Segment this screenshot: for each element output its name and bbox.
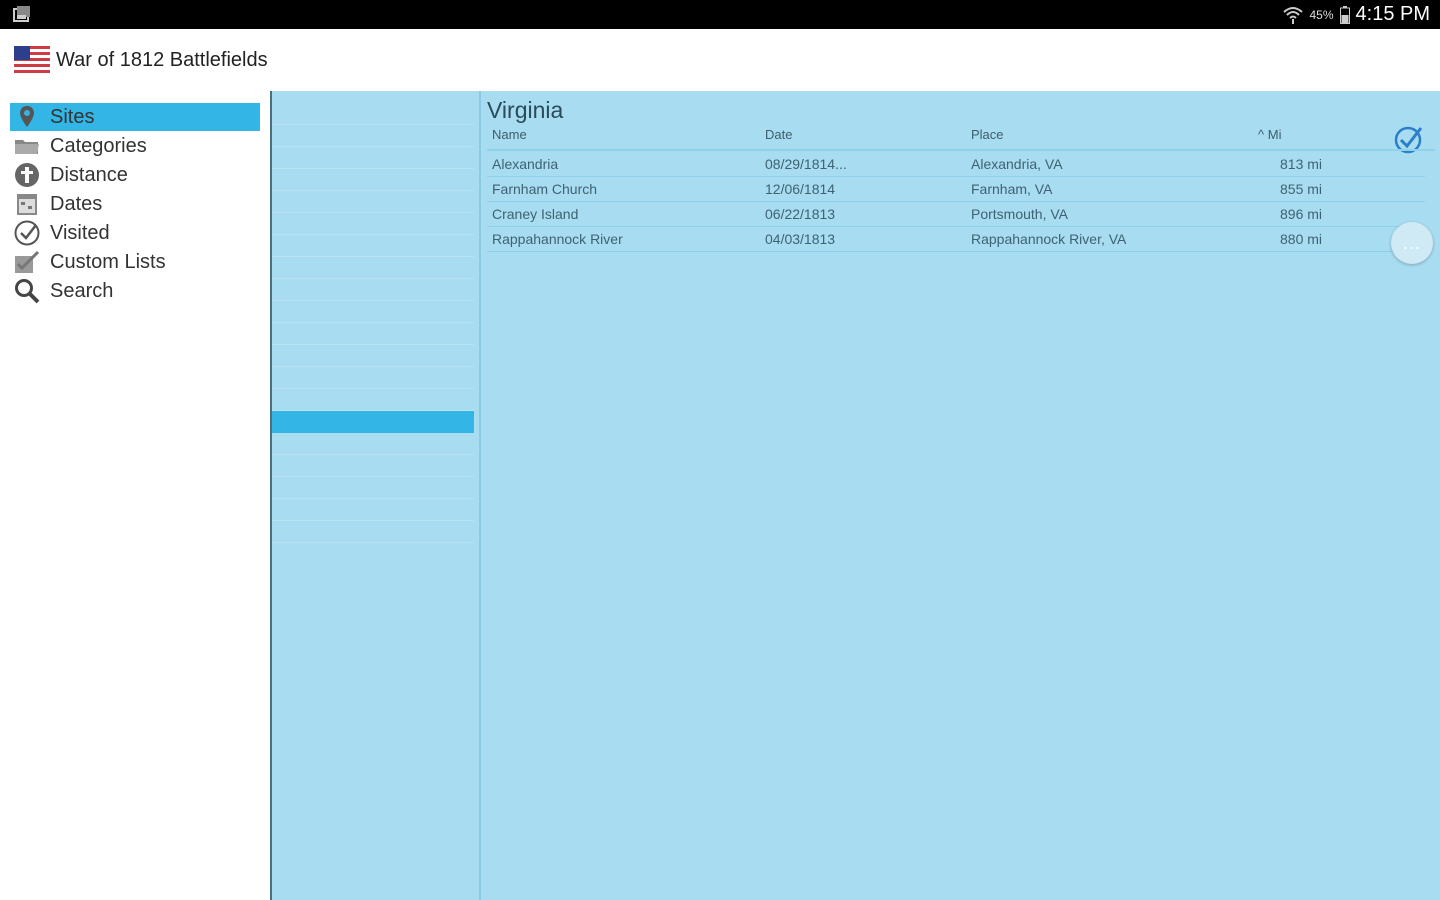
cell-date: 04/03/1813 bbox=[765, 231, 836, 247]
wifi-icon bbox=[1283, 6, 1304, 24]
list-item[interactable] bbox=[272, 323, 474, 345]
cell-date: 08/29/1814... bbox=[765, 156, 847, 172]
list-item[interactable] bbox=[272, 235, 474, 257]
sidebar-item-categories[interactable]: Categories bbox=[10, 132, 260, 160]
column-header-name[interactable]: Name bbox=[492, 127, 527, 142]
cell-name: Craney Island bbox=[492, 206, 579, 222]
status-bar: 45% 4:15 PM bbox=[0, 0, 1440, 29]
sidebar-item-label: Visited bbox=[50, 221, 110, 244]
sidebar-item-sites[interactable]: Sites bbox=[10, 103, 260, 131]
cell-date: 06/22/1813 bbox=[765, 206, 836, 222]
table-row[interactable]: Alexandria 08/29/1814... Alexandria, VA … bbox=[487, 152, 1425, 177]
app-bar: War of 1812 Battlefields bbox=[0, 29, 1440, 91]
sidebar-item-visited[interactable]: Visited bbox=[10, 219, 260, 247]
app-title: War of 1812 Battlefields bbox=[56, 49, 268, 71]
more-options-button[interactable]: ... bbox=[1391, 222, 1433, 264]
custom-list-icon bbox=[12, 249, 42, 275]
table-row[interactable]: Farnham Church 12/06/1814 Farnham, VA 85… bbox=[487, 177, 1425, 202]
cell-place: Rappahannock River, VA bbox=[971, 231, 1127, 247]
sidebar-item-search[interactable]: Search bbox=[10, 277, 260, 305]
list-item[interactable] bbox=[272, 279, 474, 301]
sidebar-item-label: Custom Lists bbox=[50, 250, 166, 273]
column-header-place[interactable]: Place bbox=[971, 127, 1004, 142]
cell-place: Farnham, VA bbox=[971, 181, 1053, 197]
sidebar-item-dates[interactable]: Dates bbox=[10, 190, 260, 218]
table-row[interactable]: Rappahannock River 04/03/1813 Rappahanno… bbox=[487, 227, 1425, 252]
search-icon bbox=[12, 278, 42, 304]
cell-name: Rappahannock River bbox=[492, 231, 623, 247]
column-header-date[interactable]: Date bbox=[765, 127, 792, 142]
cell-distance: 896 mi bbox=[1280, 206, 1323, 222]
battery-percent: 45% bbox=[1309, 7, 1334, 22]
gallery-icon bbox=[13, 6, 30, 22]
clock: 4:15 PM bbox=[1355, 3, 1430, 25]
list-item[interactable] bbox=[272, 103, 474, 125]
list-item[interactable] bbox=[272, 257, 474, 279]
cell-distance: 813 mi bbox=[1280, 156, 1323, 172]
list-item[interactable] bbox=[272, 389, 474, 411]
column-header-mi-label: Mi bbox=[1267, 127, 1282, 142]
header-divider bbox=[487, 149, 1435, 151]
cell-place: Alexandria, VA bbox=[971, 156, 1063, 172]
sidebar-item-label: Dates bbox=[50, 192, 103, 215]
list-item[interactable] bbox=[272, 345, 474, 367]
list-item-selected[interactable] bbox=[272, 411, 474, 433]
list-item[interactable] bbox=[272, 499, 474, 521]
cell-name: Farnham Church bbox=[492, 181, 598, 197]
list-item[interactable] bbox=[272, 433, 474, 455]
battery-icon bbox=[1339, 5, 1350, 24]
cell-distance: 880 mi bbox=[1280, 231, 1323, 247]
list-item[interactable] bbox=[272, 147, 474, 169]
page-title: Virginia bbox=[487, 97, 564, 123]
list-item[interactable] bbox=[272, 367, 474, 389]
sort-ascending-icon: ^ bbox=[1258, 127, 1265, 142]
calendar-icon bbox=[12, 191, 42, 217]
list-item[interactable] bbox=[272, 125, 474, 147]
sidebar-item-custom-lists[interactable]: Custom Lists bbox=[10, 248, 260, 276]
list-item[interactable] bbox=[272, 301, 474, 323]
list-item[interactable] bbox=[272, 169, 474, 191]
cell-date: 12/06/1814 bbox=[765, 181, 836, 197]
folder-icon bbox=[12, 133, 42, 159]
state-list bbox=[272, 91, 480, 900]
sidebar-item-label: Search bbox=[50, 279, 114, 302]
sidebar-nav: Sites Categories Distance Dates Visited … bbox=[0, 91, 270, 900]
cell-distance: 855 mi bbox=[1280, 181, 1323, 197]
us-flag-icon bbox=[14, 46, 50, 73]
distance-icon bbox=[12, 162, 42, 188]
column-header-mi[interactable]: ^ Mi bbox=[1258, 127, 1281, 142]
list-item[interactable] bbox=[272, 477, 474, 499]
more-dots-icon: ... bbox=[1402, 232, 1421, 253]
map-pin-icon bbox=[12, 104, 42, 130]
cell-place: Portsmouth, VA bbox=[971, 206, 1069, 222]
sidebar-item-label: Categories bbox=[50, 134, 147, 157]
check-circle-icon bbox=[12, 220, 42, 246]
list-item[interactable] bbox=[272, 521, 474, 543]
sidebar-item-distance[interactable]: Distance bbox=[10, 161, 260, 189]
detail-panel: Virginia Name Date Place ^ Mi Alexandria… bbox=[481, 91, 1440, 900]
table-row[interactable]: Craney Island 06/22/1813 Portsmouth, VA … bbox=[487, 202, 1425, 227]
list-item[interactable] bbox=[272, 191, 474, 213]
sidebar-item-label: Sites bbox=[50, 105, 95, 128]
cell-name: Alexandria bbox=[492, 156, 559, 172]
list-item[interactable] bbox=[272, 455, 474, 477]
list-item[interactable] bbox=[272, 213, 474, 235]
sidebar-item-label: Distance bbox=[50, 163, 128, 186]
